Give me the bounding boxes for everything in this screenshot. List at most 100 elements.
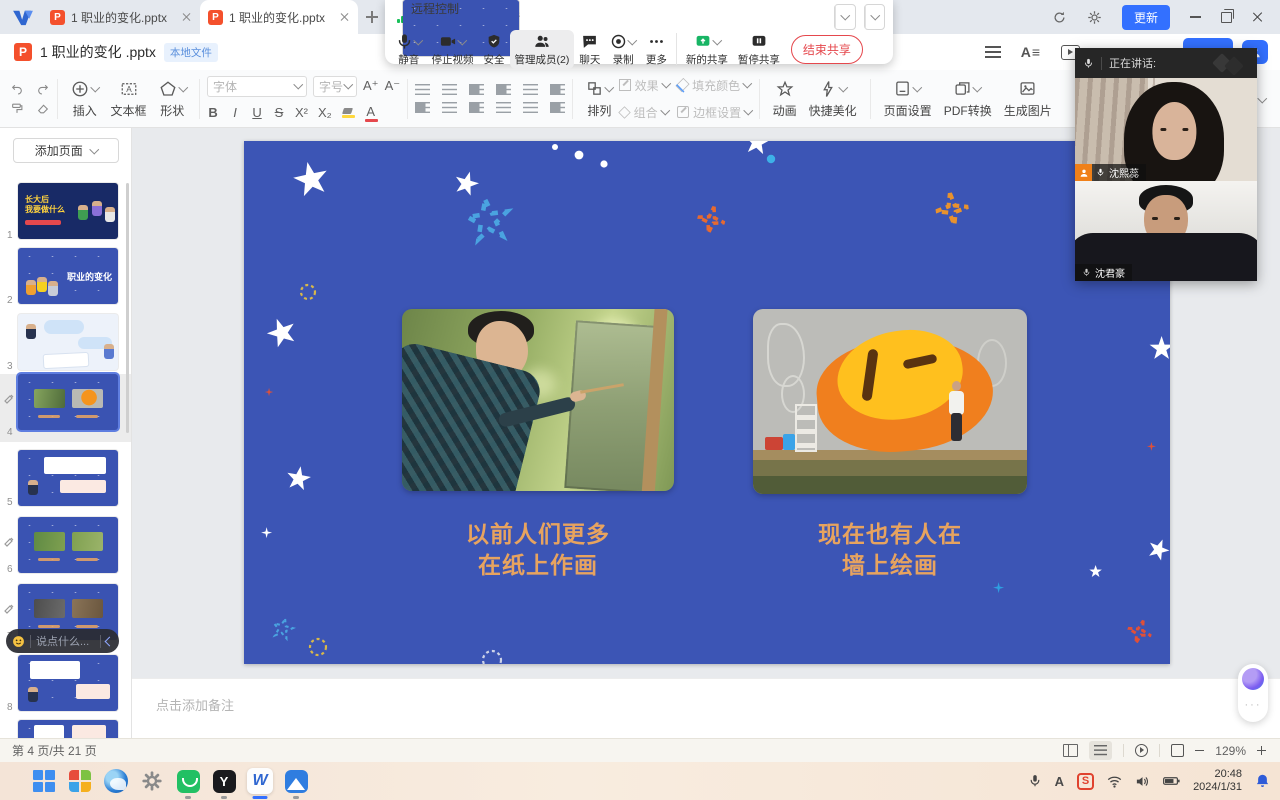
app-store-green-icon[interactable] [175,768,201,794]
quick-beautify-button[interactable]: 快捷美化 [803,79,863,119]
zoom-in-icon[interactable] [1257,746,1266,755]
settings-taskbar-icon[interactable] [139,768,165,794]
right-caption-textbox[interactable]: 现在也有人在 墙上绘画 [753,519,1027,581]
remote-control-button[interactable]: 远程控制 [864,4,886,30]
stop-video-button[interactable]: 停止视频 [427,30,479,69]
eraser-icon[interactable] [36,102,50,115]
input-method-icon[interactable]: A [1055,774,1064,789]
battery-icon[interactable] [1163,775,1180,787]
quick-chat-bar[interactable]: 说点什么... [6,629,119,653]
arrange-button[interactable]: 排列 [580,79,619,119]
decrease-indent-icon[interactable] [469,84,484,95]
screen-share-indicator-icon[interactable]: S [1077,773,1094,790]
slide-3-thumbnail[interactable] [18,314,118,370]
wifi-icon[interactable] [1107,775,1122,788]
format-painter-icon[interactable] [10,102,24,115]
ai-assistant-icon[interactable] [1242,668,1264,690]
bold-button[interactable]: B [207,105,219,120]
chat-button[interactable]: 聊天 [574,30,605,69]
make-image-button[interactable]: 生成图片 [998,79,1058,119]
slide-6-thumbnail[interactable] [18,517,118,573]
redo-icon[interactable] [36,82,50,95]
sync-icon[interactable] [1052,10,1067,25]
store-icon[interactable] [67,768,93,794]
columns-icon[interactable] [550,84,565,95]
start-button[interactable] [31,768,57,794]
docs-app-icon[interactable] [283,768,309,794]
undo-icon[interactable] [10,82,24,95]
browser-icon[interactable] [103,768,129,794]
shape-button[interactable]: 形状 [153,79,193,119]
add-page-button[interactable]: 添加页面 [13,138,119,163]
slide-thumbnail-row-6[interactable]: 6 [0,517,132,579]
text-style-icon[interactable]: A≡ [1021,44,1041,60]
slide-thumbnail-row-4-selected[interactable]: 4 [0,374,132,442]
pdf-convert-button[interactable]: PDF转换 [938,79,998,119]
slide-thumbnail-row-8[interactable]: 8 [0,655,132,717]
document-tab-2-active[interactable]: P 1 职业的变化.pptx [200,0,358,34]
textbox-button[interactable]: A 文本框 [105,79,153,119]
page-setup-button[interactable]: 页面设置 [878,79,938,119]
ai-assistant-widget[interactable]: ··· [1238,664,1268,722]
slide-5-thumbnail[interactable] [18,450,118,506]
font-size-select[interactable]: 字号 [313,76,357,97]
insert-button[interactable]: 插入 [65,79,105,119]
record-button[interactable]: 录制 [605,30,641,69]
slide-image-graffiti[interactable] [753,309,1027,494]
menu-icon[interactable] [985,46,1001,58]
settings-gear-icon[interactable] [1087,10,1102,25]
tray-mic-icon[interactable] [1028,773,1042,789]
slide-image-painter[interactable] [402,309,674,491]
annotation-button[interactable]: 互动批注 [834,4,856,30]
animation-button[interactable]: 动画 [767,79,803,119]
highlight-color-icon[interactable] [342,108,355,118]
slide-thumbnail-row-1[interactable]: 1 长大后我要做什么 [0,183,132,245]
normal-view-icon[interactable] [1063,744,1078,757]
participant-video-2[interactable]: 沈君豪 [1075,181,1257,281]
play-slideshow-icon[interactable] [1135,744,1148,757]
strikethrough-button[interactable]: S [273,105,285,120]
slide-thumbnail-row-9[interactable]: 9 [0,720,132,738]
new-share-button[interactable]: 新的共享 [681,30,733,69]
emoji-icon[interactable] [12,635,25,648]
new-tab-button[interactable] [366,11,378,23]
more-options-dots-icon[interactable]: ··· [1245,702,1262,708]
zoom-level[interactable]: 129% [1215,744,1246,758]
notes-area[interactable]: 点击添加备注 [132,678,1280,738]
document-tab-1[interactable]: P 1 职业的变化.pptx [42,0,200,34]
wps-taskbar-icon[interactable]: W [247,768,273,794]
close-window-icon[interactable] [1252,11,1264,23]
underline-button[interactable]: U [251,105,263,120]
sidebar-scrollbar[interactable] [126,183,129,433]
notification-bell-icon[interactable] [1255,773,1270,789]
slide-4-thumbnail[interactable] [18,374,118,430]
slide-thumbnail-row-3[interactable]: 3 [0,314,132,376]
slide-2-thumbnail[interactable]: 职业的变化 [18,248,118,304]
end-share-button[interactable]: 结束共享 [791,35,863,64]
line-spacing-icon[interactable] [523,84,538,95]
clock[interactable]: 20:48 2024/1/31 [1193,768,1242,794]
font-color-button[interactable]: A [365,104,377,122]
font-family-select[interactable]: 字体 [207,76,307,97]
increase-indent-icon[interactable] [496,84,511,95]
slide-9-thumbnail[interactable] [18,720,118,738]
restore-icon[interactable] [1221,12,1232,23]
italic-button[interactable]: I [229,105,241,120]
current-slide[interactable]: 以前人们更多 在纸上作画 现在也有人在 墙上绘画 [244,141,1170,664]
update-button[interactable]: 更新 [1122,5,1170,30]
security-button[interactable]: 安全 [479,30,510,69]
close-tab-icon[interactable] [182,12,192,22]
align-center-icon[interactable] [442,102,457,113]
more-button[interactable]: 更多 [641,30,672,69]
manage-members-button[interactable]: 管理成员(2) [510,30,575,69]
text-direction-icon[interactable] [550,102,565,113]
slide-1-thumbnail[interactable]: 长大后我要做什么 [18,183,118,239]
superscript-button[interactable]: X² [295,105,308,120]
wps-logo-icon[interactable] [12,8,34,26]
distribute-icon[interactable] [523,102,538,113]
participant-video-1[interactable]: 沈熙蕊 [1075,78,1257,181]
grow-font-button[interactable]: A⁺ [363,78,379,94]
align-right-icon[interactable] [469,102,484,113]
left-caption-textbox[interactable]: 以前人们更多 在纸上作画 [402,519,674,581]
close-tab-icon[interactable] [340,12,350,22]
